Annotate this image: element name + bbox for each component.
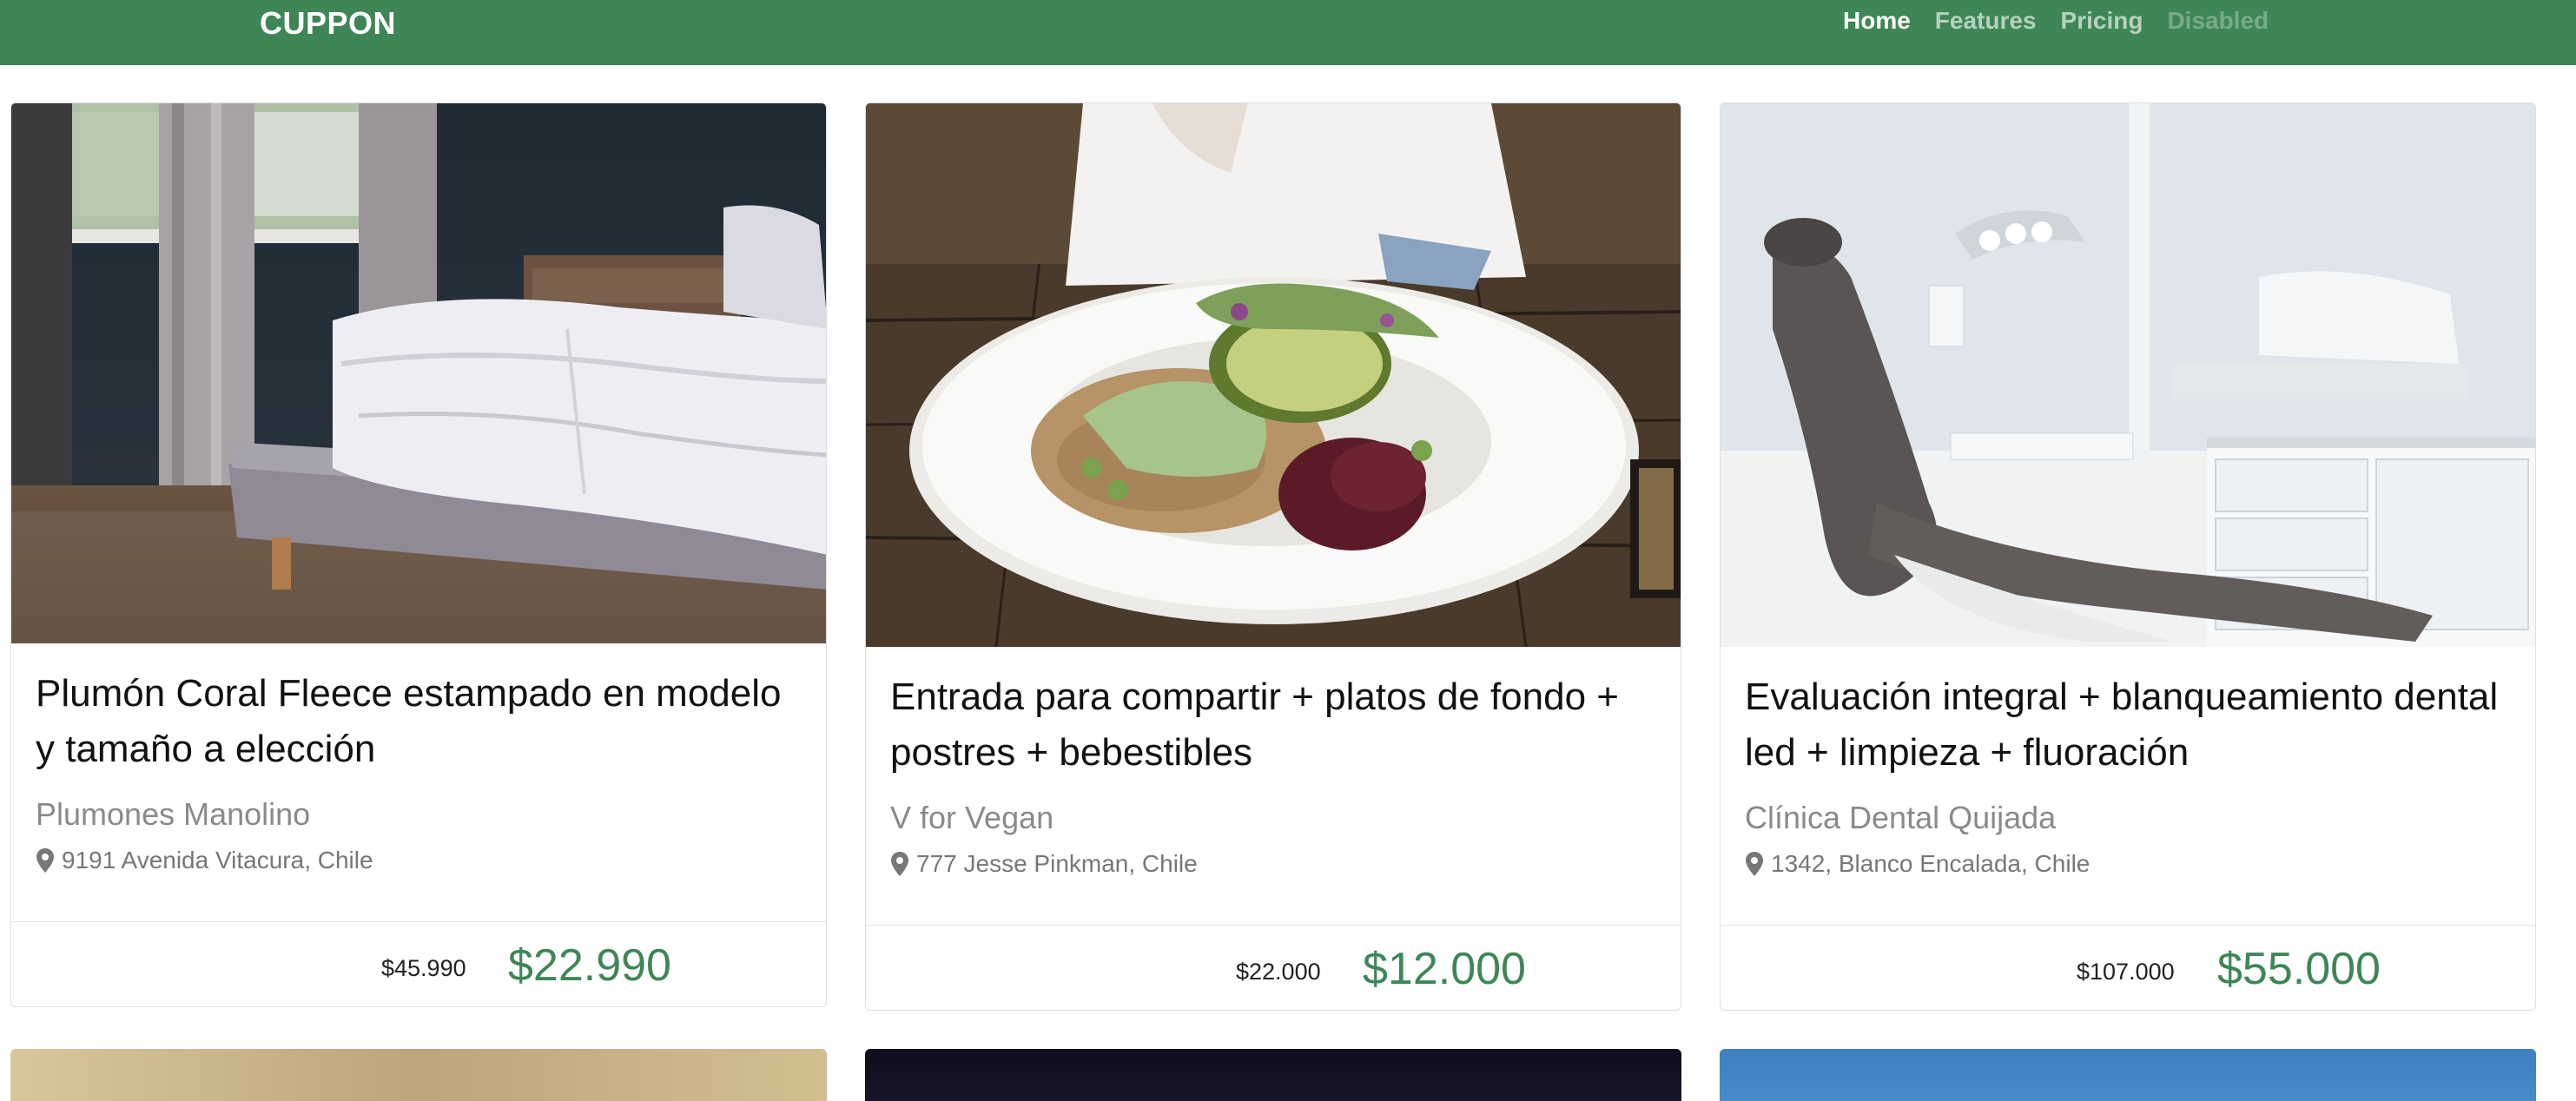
deal-location: 9191 Avenida Vitacura, Chile (36, 847, 373, 874)
original-price: $107.000 (2077, 959, 2175, 985)
nav-pricing-link[interactable]: Pricing (2061, 3, 2143, 38)
deal-card[interactable]: Plumón Coral Fleece estampado en modelo … (10, 102, 827, 1007)
nav-features-link[interactable]: Features (1935, 3, 2037, 38)
location-text: 1342, Blanco Encalada, Chile (1771, 850, 2091, 877)
map-marker-icon (36, 848, 54, 873)
deal-card-peek[interactable] (1720, 1049, 2536, 1101)
brand-logo[interactable]: CUPPON (260, 3, 396, 43)
discount-price: $55.000 (2217, 944, 2381, 994)
merchant-name: Plumones Manolino (36, 796, 311, 832)
deal-title[interactable]: Evaluación integral + blanqueamiento den… (1745, 669, 2511, 781)
deal-card-body: Plumón Coral Fleece estampado en modelo … (11, 643, 826, 921)
merchant-name: Clínica Dental Quijada (1745, 800, 2057, 835)
nav-home-link[interactable]: Home (1843, 3, 1911, 38)
top-navbar: CUPPON Home Features Pricing Disabled (0, 0, 2576, 65)
merchant-name: V for Vegan (890, 800, 1054, 835)
map-marker-icon (891, 852, 908, 876)
deal-image-bed[interactable] (11, 103, 826, 643)
deal-card[interactable]: Entrada para compartir + platos de fondo… (865, 102, 1681, 1011)
map-marker-icon (1746, 852, 1763, 876)
deal-card-peek[interactable] (10, 1049, 827, 1101)
deal-card-body: Entrada para compartir + platos de fondo… (866, 647, 1681, 925)
nav-disabled-link: Disabled (2167, 7, 2269, 34)
discount-price: $12.000 (1363, 944, 1526, 994)
deal-location: 1342, Blanco Encalada, Chile (1745, 850, 2090, 878)
deal-card-footer: $22.000 $12.000 (866, 925, 1681, 1010)
deal-image-dental[interactable] (1721, 103, 2535, 647)
deal-card-peek[interactable] (865, 1049, 1681, 1101)
nav-links: Home Features Pricing Disabled (1843, 3, 2269, 38)
deal-title[interactable]: Plumón Coral Fleece estampado en modelo … (36, 666, 802, 777)
original-price: $45.990 (381, 955, 466, 981)
deal-image-food[interactable] (866, 103, 1681, 647)
discount-price: $22.990 (508, 940, 671, 991)
original-price: $22.000 (1236, 959, 1321, 985)
deal-card-body: Evaluación integral + blanqueamiento den… (1721, 647, 2535, 925)
deal-location: 777 Jesse Pinkman, Chile (890, 850, 1198, 878)
location-text: 9191 Avenida Vitacura, Chile (62, 847, 373, 874)
deal-card[interactable]: Evaluación integral + blanqueamiento den… (1720, 102, 2536, 1011)
deal-card-footer: $107.000 $55.000 (1721, 925, 2535, 1010)
deal-card-footer: $45.990 $22.990 (11, 921, 826, 1006)
deal-title[interactable]: Entrada para compartir + platos de fondo… (890, 669, 1656, 781)
location-text: 777 Jesse Pinkman, Chile (916, 850, 1198, 877)
